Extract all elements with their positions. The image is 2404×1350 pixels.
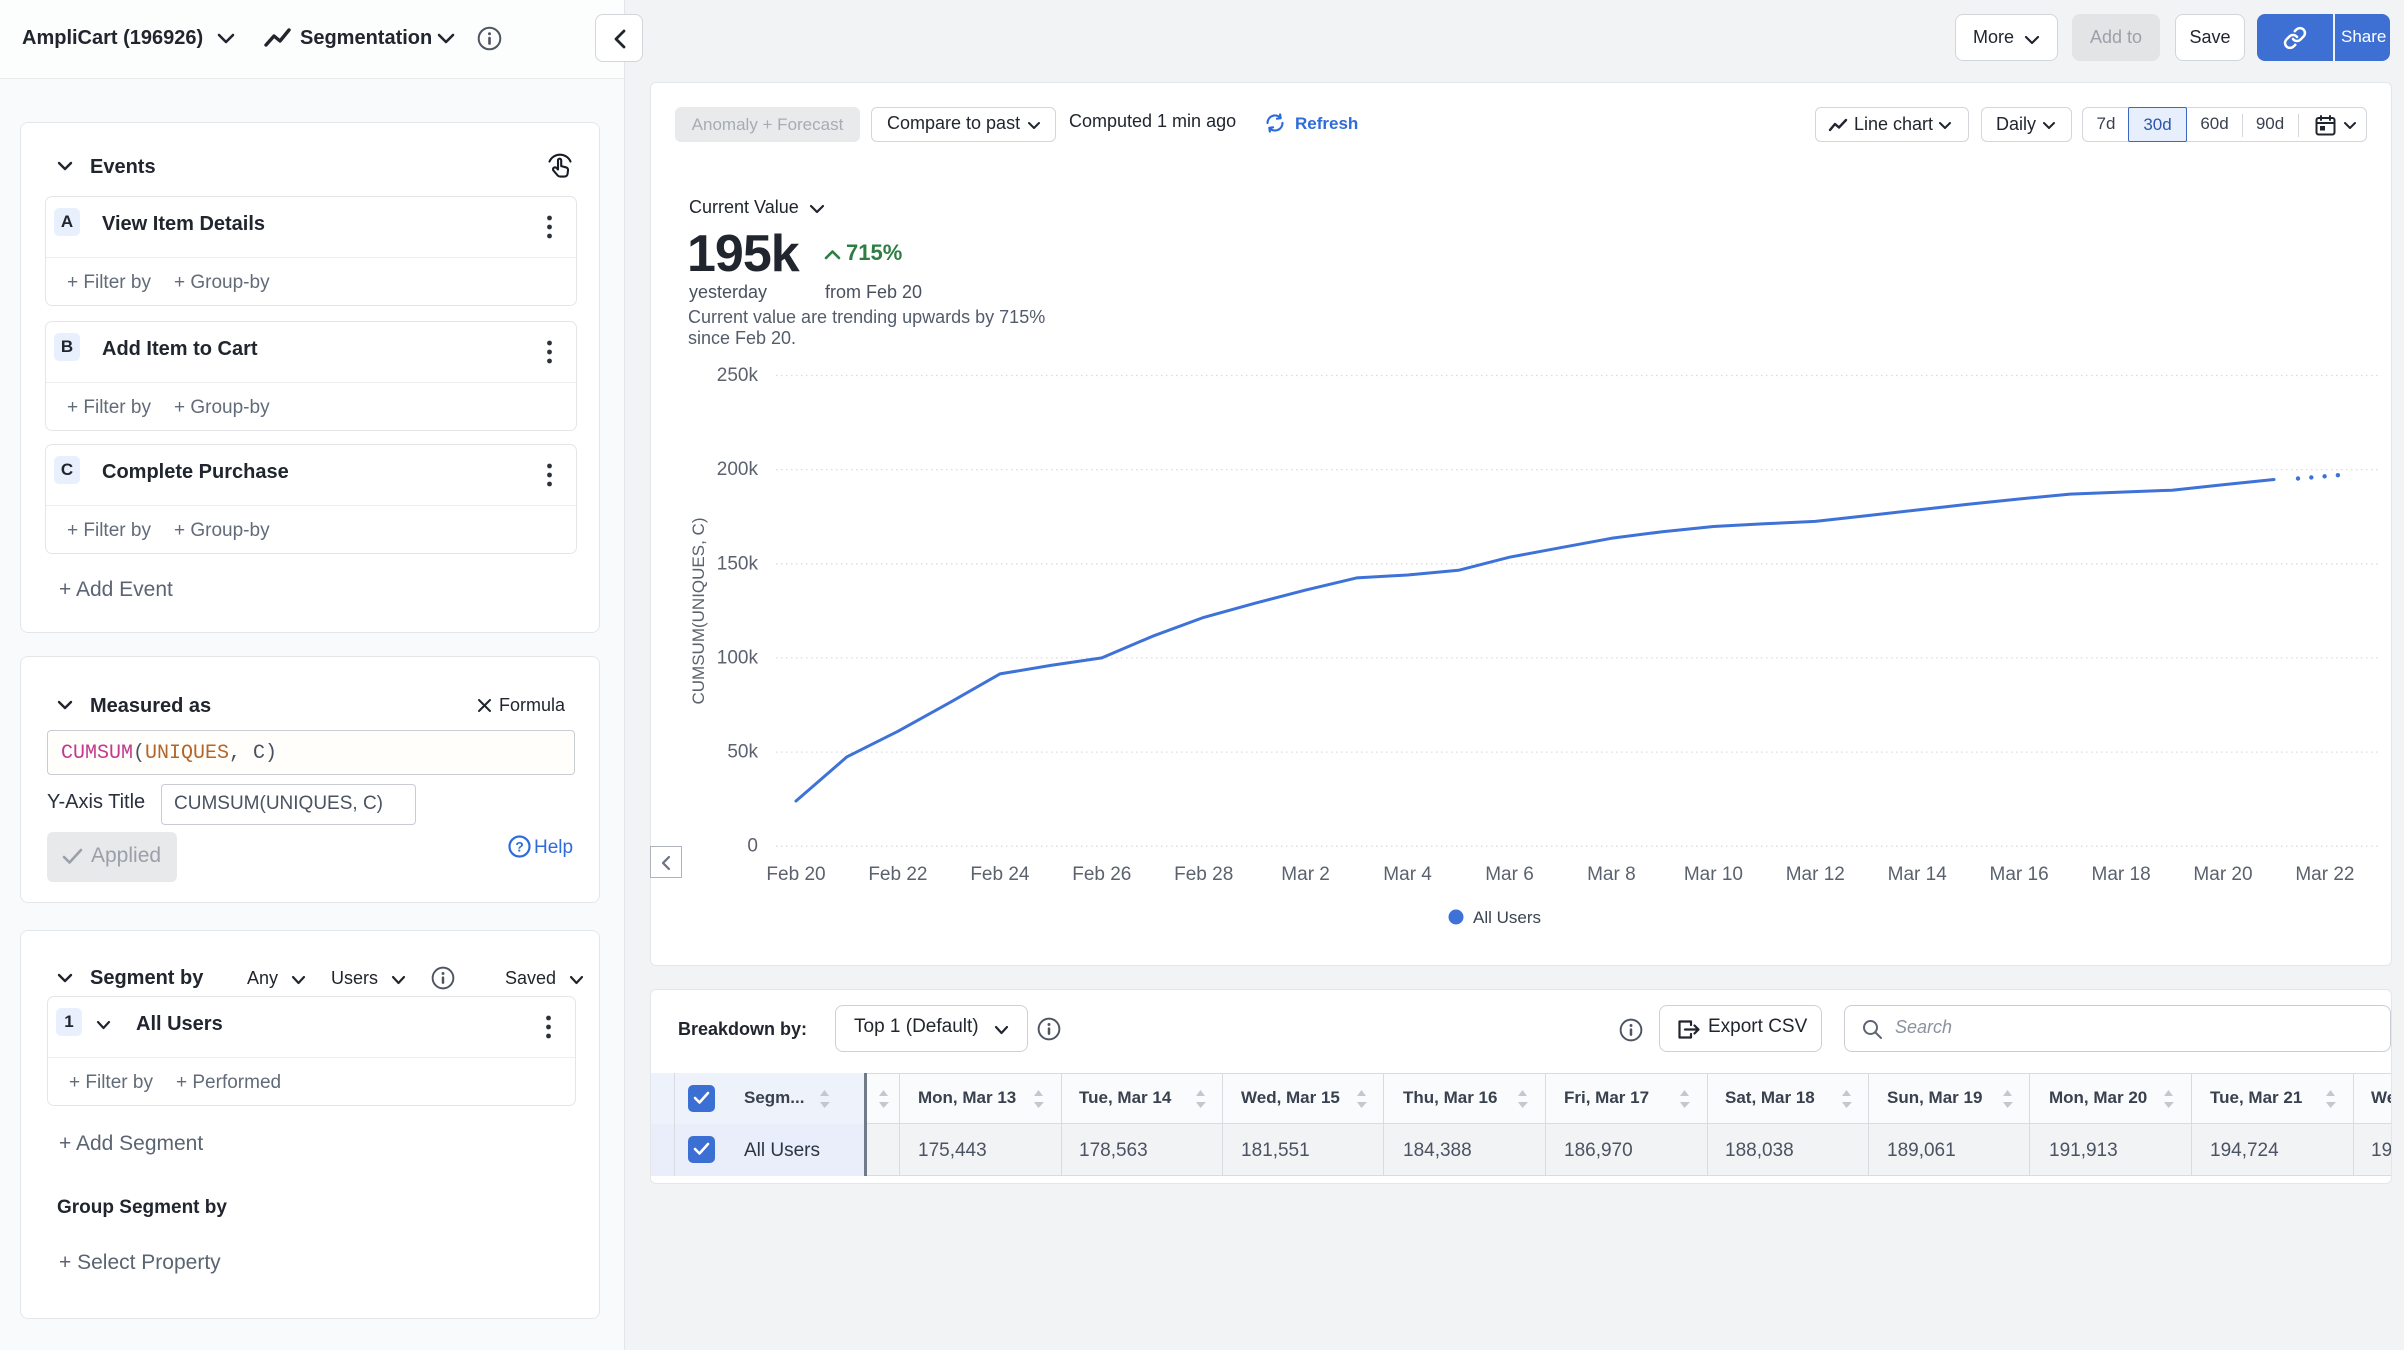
svg-text:Mar 10: Mar 10 (1684, 864, 1743, 885)
svg-text:Mar 14: Mar 14 (1888, 864, 1948, 885)
svg-text:CUMSUM(UNIQUES, C): CUMSUM(UNIQUES, C) (689, 518, 708, 705)
svg-text:Mar 20: Mar 20 (2193, 864, 2252, 885)
svg-text:?: ? (515, 838, 524, 854)
svg-text:Feb 22: Feb 22 (868, 864, 927, 885)
svg-text:Mar 4: Mar 4 (1383, 864, 1432, 885)
svg-text:Mar 16: Mar 16 (1990, 864, 2049, 885)
svg-text:100k: 100k (717, 647, 759, 668)
svg-text:Mar 6: Mar 6 (1485, 864, 1534, 885)
svg-text:Feb 20: Feb 20 (766, 864, 825, 885)
svg-text:Mar 12: Mar 12 (1786, 864, 1845, 885)
svg-text:Mar 22: Mar 22 (2295, 864, 2354, 885)
svg-text:Mar 8: Mar 8 (1587, 864, 1636, 885)
svg-text:50k: 50k (727, 742, 758, 763)
svg-text:Mar 2: Mar 2 (1281, 864, 1330, 885)
svg-text:250k: 250k (717, 365, 759, 386)
svg-text:Feb 26: Feb 26 (1072, 864, 1131, 885)
svg-text:Feb 24: Feb 24 (970, 864, 1030, 885)
svg-text:Mar 18: Mar 18 (2092, 864, 2151, 885)
svg-text:0: 0 (747, 836, 758, 857)
svg-text:150k: 150k (717, 553, 759, 574)
svg-text:200k: 200k (717, 459, 759, 480)
svg-text:Feb 28: Feb 28 (1174, 864, 1233, 885)
